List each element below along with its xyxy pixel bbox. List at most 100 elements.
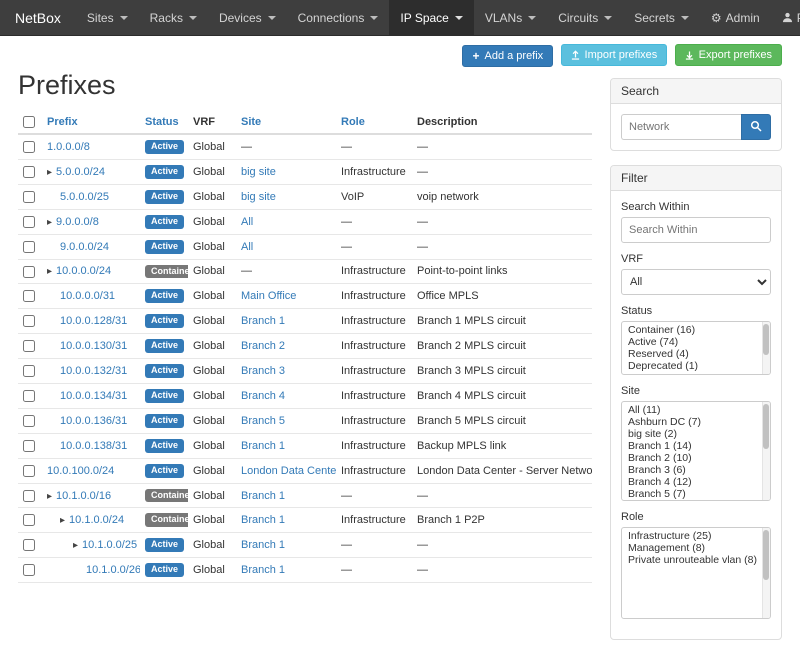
listbox-option[interactable]: Reserved (4) xyxy=(622,348,770,360)
sort-link[interactable]: Status xyxy=(145,116,179,128)
row-checkbox[interactable] xyxy=(23,315,35,327)
row-checkbox[interactable] xyxy=(23,415,35,427)
nav-item-ip-space[interactable]: IP Space xyxy=(389,0,473,35)
row-checkbox[interactable] xyxy=(23,564,35,576)
nav-admin[interactable]: ⚙ Admin xyxy=(700,0,771,35)
site-link[interactable]: Branch 4 xyxy=(241,390,285,402)
listbox-option[interactable]: Container (16) xyxy=(622,324,770,336)
sort-link[interactable]: Prefix xyxy=(47,116,78,128)
prefix-link[interactable]: 10.1.0.0/16 xyxy=(56,490,111,502)
listbox-option[interactable]: Active (74) xyxy=(622,336,770,348)
row-checkbox[interactable] xyxy=(23,141,35,153)
netbox-brand[interactable]: NetBox xyxy=(0,0,76,35)
add-prefix-button[interactable]: + Add a prefix xyxy=(462,45,553,67)
prefix-link[interactable]: 5.0.0.0/24 xyxy=(56,166,105,178)
prefix-link[interactable]: 10.0.0.136/31 xyxy=(60,415,127,427)
listbox-option[interactable]: big site (2) xyxy=(622,428,770,440)
row-checkbox[interactable] xyxy=(23,340,35,352)
search-input[interactable] xyxy=(621,114,741,140)
site-link[interactable]: All xyxy=(241,241,253,253)
listbox-option[interactable]: Branch 3 (6) xyxy=(622,464,770,476)
listbox-option[interactable]: Branch 4 (12) xyxy=(622,476,770,488)
row-checkbox[interactable] xyxy=(23,390,35,402)
prefix-link[interactable]: 10.0.0.138/31 xyxy=(60,440,127,452)
site-link[interactable]: big site xyxy=(241,191,276,203)
row-checkbox[interactable] xyxy=(23,490,35,502)
search-button[interactable] xyxy=(741,114,771,140)
listbox-option[interactable]: Branch 2 (10) xyxy=(622,452,770,464)
prefix-link[interactable]: 9.0.0.0/8 xyxy=(56,216,99,228)
listbox-option[interactable]: Management (8) xyxy=(622,542,770,554)
row-checkbox[interactable] xyxy=(23,241,35,253)
search-within-input[interactable] xyxy=(621,217,771,243)
prefix-link[interactable]: 10.0.100.0/24 xyxy=(47,465,114,477)
row-checkbox[interactable] xyxy=(23,166,35,178)
site-link[interactable]: Branch 1 xyxy=(241,490,285,502)
site-link[interactable]: Branch 1 xyxy=(241,564,285,576)
nav-item-sites[interactable]: Sites xyxy=(76,0,139,35)
listbox-option[interactable]: Infrastructure (25) xyxy=(622,530,770,542)
site-link[interactable]: Branch 5 xyxy=(241,415,285,427)
nav-item-vlans[interactable]: VLANs xyxy=(474,0,547,35)
listbox-option[interactable]: Branch 5 (7) xyxy=(622,488,770,500)
site-link[interactable]: Branch 1 xyxy=(241,514,285,526)
site-link[interactable]: Branch 1 xyxy=(241,539,285,551)
prefix-cell: ▸10.0.0.0/24 xyxy=(42,259,140,284)
prefix-link[interactable]: 1.0.0.0/8 xyxy=(47,141,90,153)
prefix-link[interactable]: 10.0.0.128/31 xyxy=(60,315,127,327)
site-link[interactable]: Branch 1 xyxy=(241,315,285,327)
site-link[interactable]: Branch 1 xyxy=(241,440,285,452)
role-cell: Infrastructure xyxy=(336,334,412,359)
row-checkbox[interactable] xyxy=(23,266,35,278)
prefix-link[interactable]: 10.1.0.0/24 xyxy=(69,514,124,526)
select-all-checkbox[interactable] xyxy=(23,116,35,128)
scrollbar-thumb[interactable] xyxy=(763,404,769,449)
site-link[interactable]: big site xyxy=(241,166,276,178)
row-checkbox[interactable] xyxy=(23,514,35,526)
prefix-link[interactable]: 10.0.0.0/31 xyxy=(60,290,115,302)
site-link[interactable]: Branch 3 xyxy=(241,365,285,377)
row-checkbox[interactable] xyxy=(23,216,35,228)
nav-item-secrets[interactable]: Secrets xyxy=(623,0,700,35)
site-link[interactable]: Main Office xyxy=(241,290,296,302)
role-listbox[interactable]: Infrastructure (25)Management (8)Private… xyxy=(621,527,771,619)
sort-link[interactable]: Site xyxy=(241,116,261,128)
site-link[interactable]: London Data Center xyxy=(241,465,336,477)
site-link[interactable]: All xyxy=(241,216,253,228)
scrollbar-thumb[interactable] xyxy=(763,530,769,580)
prefix-link[interactable]: 5.0.0.0/25 xyxy=(60,191,109,203)
listbox-option[interactable]: All (11) xyxy=(622,404,770,416)
prefix-link[interactable]: 10.0.0.0/24 xyxy=(56,265,111,277)
row-checkbox[interactable] xyxy=(23,365,35,377)
listbox-option[interactable]: Private unrouteable vlan (8) xyxy=(622,554,770,566)
nav-profile[interactable]: Profile xyxy=(771,0,800,35)
nav-item-label: Sites xyxy=(87,11,114,25)
sort-link[interactable]: Role xyxy=(341,116,365,128)
nav-item-devices[interactable]: Devices xyxy=(208,0,287,35)
prefix-link[interactable]: 10.0.0.132/31 xyxy=(60,365,127,377)
scrollbar-thumb[interactable] xyxy=(763,324,769,355)
nav-item-connections[interactable]: Connections xyxy=(287,0,390,35)
prefix-link[interactable]: 10.0.0.130/31 xyxy=(60,340,127,352)
listbox-option[interactable]: Deprecated (1) xyxy=(622,360,770,372)
row-checkbox[interactable] xyxy=(23,539,35,551)
status-listbox[interactable]: Container (16)Active (74)Reserved (4)Dep… xyxy=(621,321,771,375)
site-listbox[interactable]: All (11)Ashburn DC (7)big site (2)Branch… xyxy=(621,401,771,501)
prefix-link[interactable]: 10.0.0.134/31 xyxy=(60,390,127,402)
vrf-select[interactable]: All xyxy=(621,269,771,295)
nav-item-circuits[interactable]: Circuits xyxy=(547,0,623,35)
listbox-option[interactable]: Ashburn DC (7) xyxy=(622,416,770,428)
site-link[interactable]: Branch 2 xyxy=(241,340,285,352)
row-checkbox[interactable] xyxy=(23,440,35,452)
nav-item-racks[interactable]: Racks xyxy=(139,0,208,35)
prefix-link[interactable]: 10.1.0.0/25 xyxy=(82,539,137,551)
row-checkbox[interactable] xyxy=(23,290,35,302)
prefix-link[interactable]: 10.1.0.0/26 xyxy=(86,564,140,576)
export-prefixes-button[interactable]: Export prefixes xyxy=(675,44,782,66)
listbox-option[interactable]: Branch 1 (14) xyxy=(622,440,770,452)
row-checkbox[interactable] xyxy=(23,191,35,203)
prefix-link[interactable]: 9.0.0.0/24 xyxy=(60,241,109,253)
import-prefixes-button[interactable]: Import prefixes xyxy=(561,44,668,66)
row-checkbox[interactable] xyxy=(23,465,35,477)
listbox-option[interactable]: COLO 1 (4) xyxy=(622,500,770,501)
